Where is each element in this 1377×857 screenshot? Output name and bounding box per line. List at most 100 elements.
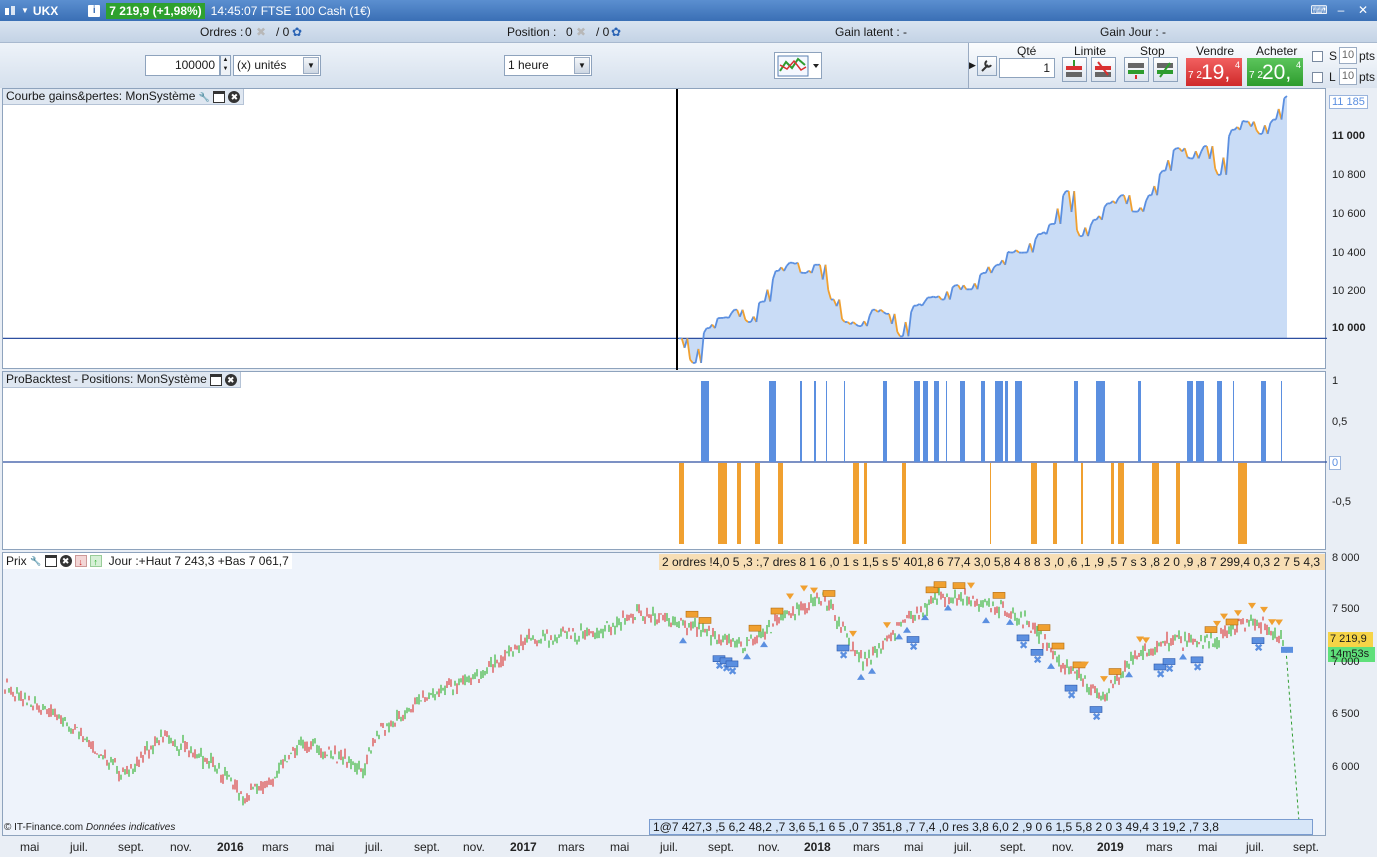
short-position-bar: [1031, 463, 1037, 544]
equity-segment: [758, 300, 763, 304]
positions-panel-title: ProBacktest - Positions: MonSystème: [6, 372, 207, 386]
arrow-down-icon[interactable]: ↓: [74, 555, 87, 567]
long-position-bar: [995, 381, 1003, 462]
close-icon[interactable]: ✖: [228, 90, 241, 103]
limit-sell-button[interactable]: [1062, 57, 1087, 82]
indicator-chart-icon: [777, 55, 819, 77]
long-position-bar: [1096, 381, 1105, 462]
dropdown-arrow-icon[interactable]: ▼: [21, 6, 29, 15]
quantity-input[interactable]: 100000: [145, 55, 220, 76]
buy-label: Acheter: [1256, 44, 1298, 58]
orders-settings-icon[interactable]: ✿: [292, 25, 302, 39]
buy-arrow-marker: [868, 667, 876, 674]
y-axis-label: -0,5: [1332, 496, 1351, 508]
long-position-bar: [1217, 381, 1222, 462]
short-position-bar: [1081, 463, 1083, 544]
buy-arrow-marker: [895, 633, 903, 640]
long-position-bar: [1187, 381, 1193, 462]
sell-arrow-marker: [800, 585, 808, 592]
maximize-icon[interactable]: [213, 90, 226, 103]
arrow-up-icon[interactable]: ↑: [89, 555, 102, 567]
unrealized-gain: Gain latent : -: [835, 25, 908, 39]
buy-arrow-marker: [921, 614, 929, 621]
buy-button[interactable]: 7 2 20, 4: [1247, 58, 1303, 86]
unit-select[interactable]: (x) unités ▼: [233, 55, 321, 76]
close-position-icon[interactable]: ✖: [576, 25, 586, 39]
wrench-icon[interactable]: [977, 56, 997, 76]
cancel-orders-icon[interactable]: ✖: [256, 25, 266, 39]
stop-points-unit: pts: [1359, 49, 1376, 63]
limit-checkbox[interactable]: [1312, 72, 1323, 83]
x-axis-label: nov.: [758, 840, 780, 854]
short-position-bar: [755, 463, 760, 544]
sell-button[interactable]: 7 2 19, 4: [1186, 58, 1242, 86]
x-axis-label: 2017: [510, 840, 537, 854]
close-icon[interactable]: ✖: [59, 555, 72, 567]
indicators-button[interactable]: [774, 52, 822, 79]
close-icon[interactable]: ✕: [1353, 3, 1373, 18]
exit-x-marker: ✖: [1193, 661, 1202, 674]
wrench-icon[interactable]: 🔧: [30, 555, 42, 567]
short-order-marker: [933, 581, 947, 588]
info-icon[interactable]: i: [88, 4, 101, 17]
long-position-bar: [946, 381, 947, 462]
maximize-icon[interactable]: [44, 555, 57, 567]
long-position-bar: [1281, 381, 1282, 462]
exit-x-marker: ✖: [1067, 689, 1076, 702]
short-order-marker: [770, 607, 784, 615]
y-axis-label: 0: [1329, 456, 1342, 470]
x-axis-label: mars: [558, 840, 585, 854]
price-chart: ✖✖✖✖✖ ✖✖✖✖✖ ✖ ✖✖: [4, 581, 1301, 836]
x-axis-label: juil.: [660, 840, 679, 854]
limit-buy-button[interactable]: [1091, 57, 1116, 82]
chevron-down-icon[interactable]: ▼: [303, 57, 319, 74]
instrument-symbol[interactable]: UKX: [33, 4, 58, 18]
stop-sell-button[interactable]: [1124, 57, 1149, 82]
position-label: Position :: [507, 25, 557, 39]
buy-price-main: 20,: [1262, 61, 1292, 84]
copyright-note: Données indicatives: [85, 822, 176, 833]
position-settings-icon[interactable]: ✿: [611, 25, 621, 39]
equity-segment: [1049, 223, 1053, 226]
stop-buy-button[interactable]: [1153, 57, 1178, 82]
maximize-icon[interactable]: [209, 373, 222, 386]
equity-segment: [930, 295, 934, 299]
sell-arrow-marker: [1248, 602, 1256, 609]
chevron-down-icon[interactable]: ▼: [574, 57, 590, 74]
keyboard-icon[interactable]: ⌨: [1309, 3, 1329, 18]
x-axis-label: sept.: [708, 840, 735, 854]
minimize-icon[interactable]: –: [1331, 3, 1351, 18]
short-position-bar: [990, 463, 991, 544]
close-icon[interactable]: ✖: [224, 373, 237, 386]
sell-arrow-marker: [1142, 637, 1150, 644]
x-axis-label: mai: [20, 840, 40, 854]
equity-area: [679, 96, 1287, 363]
stop-points-input[interactable]: 10: [1339, 47, 1357, 64]
quantity-stepper[interactable]: ▲ ▼: [220, 55, 231, 76]
orders-strip[interactable]: 2 ordres !4,0 5 ,3 :,7 dres 8 1 6 ,0 1 s…: [659, 554, 1325, 570]
trade-quantity-input[interactable]: 1: [999, 58, 1055, 78]
long-position-bar: [934, 381, 939, 462]
copyright: © IT-Finance.com Données indicatives: [4, 822, 175, 833]
limit-points-input[interactable]: 10: [1339, 68, 1357, 85]
panel-collapse-icon[interactable]: ▶: [969, 60, 976, 71]
trades-strip[interactable]: 1@7 427,3 ,5 6,2 48,2 ,7 3,6 5,1 6 5 ,0 …: [649, 819, 1313, 835]
exit-x-marker: ✖: [1165, 663, 1174, 676]
long-position-bar: [1074, 381, 1078, 462]
short-order-marker: [748, 624, 762, 632]
sell-arrow-marker: [849, 630, 857, 637]
timeframe-select[interactable]: 1 heure ▼: [504, 55, 592, 76]
short-position-bar: [679, 463, 684, 544]
x-axis-label: sept.: [1000, 840, 1027, 854]
stop-checkbox[interactable]: [1312, 51, 1323, 62]
wrench-icon[interactable]: 🔧: [198, 91, 210, 103]
long-position-bar: [800, 381, 802, 462]
last-price-tag: 7 219,9: [1328, 632, 1373, 647]
chart-link-icon[interactable]: [3, 4, 19, 18]
x-axis-label: mai: [315, 840, 335, 854]
buy-arrow-marker: [1125, 671, 1133, 678]
stop-label: Stop: [1140, 44, 1165, 58]
orders-label: Ordres :: [200, 25, 244, 39]
equity-curve-panel: Courbe gains&pertes: MonSystème 🔧 ✖: [2, 88, 1327, 370]
short-position-bar: [1176, 463, 1180, 544]
